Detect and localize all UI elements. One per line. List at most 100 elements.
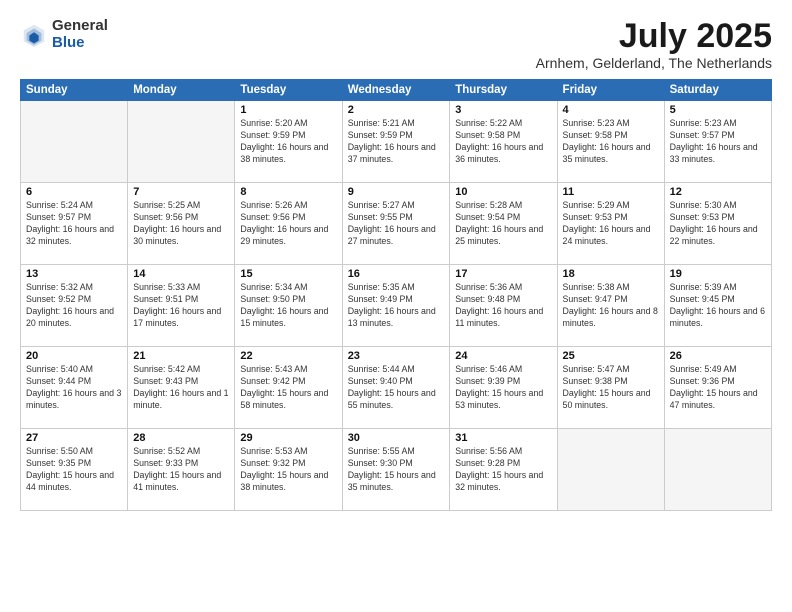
day-cell — [664, 429, 771, 511]
day-cell: 24 Sunrise: 5:46 AMSunset: 9:39 PMDayligh… — [450, 347, 557, 429]
day-cell: 17 Sunrise: 5:36 AMSunset: 9:48 PMDayligh… — [450, 265, 557, 347]
day-cell: 3 Sunrise: 5:22 AMSunset: 9:58 PMDaylight… — [450, 101, 557, 183]
day-cell: 8 Sunrise: 5:26 AMSunset: 9:56 PMDaylight… — [235, 183, 342, 265]
day-info: Sunrise: 5:40 AMSunset: 9:44 PMDaylight:… — [26, 364, 122, 412]
day-number: 11 — [563, 186, 659, 198]
day-cell: 22 Sunrise: 5:43 AMSunset: 9:42 PMDayligh… — [235, 347, 342, 429]
header: General Blue July 2025 Arnhem, Gelderlan… — [20, 18, 772, 71]
day-cell: 6 Sunrise: 5:24 AMSunset: 9:57 PMDaylight… — [21, 183, 128, 265]
day-info: Sunrise: 5:34 AMSunset: 9:50 PMDaylight:… — [240, 282, 336, 330]
day-info: Sunrise: 5:35 AMSunset: 9:49 PMDaylight:… — [348, 282, 445, 330]
day-info: Sunrise: 5:22 AMSunset: 9:58 PMDaylight:… — [455, 118, 551, 166]
day-info: Sunrise: 5:49 AMSunset: 9:36 PMDaylight:… — [670, 364, 766, 412]
day-number: 17 — [455, 268, 551, 280]
day-info: Sunrise: 5:20 AMSunset: 9:59 PMDaylight:… — [240, 118, 336, 166]
day-number: 28 — [133, 432, 229, 444]
day-info: Sunrise: 5:26 AMSunset: 9:56 PMDaylight:… — [240, 200, 336, 248]
day-info: Sunrise: 5:42 AMSunset: 9:43 PMDaylight:… — [133, 364, 229, 412]
day-info: Sunrise: 5:32 AMSunset: 9:52 PMDaylight:… — [26, 282, 122, 330]
day-cell — [128, 101, 235, 183]
day-number: 20 — [26, 350, 122, 362]
day-cell: 1 Sunrise: 5:20 AMSunset: 9:59 PMDaylight… — [235, 101, 342, 183]
logo-text: General Blue — [52, 18, 108, 51]
month-title: July 2025 — [536, 18, 772, 55]
day-info: Sunrise: 5:28 AMSunset: 9:54 PMDaylight:… — [455, 200, 551, 248]
day-info: Sunrise: 5:55 AMSunset: 9:30 PMDaylight:… — [348, 446, 445, 494]
day-number: 10 — [455, 186, 551, 198]
page: General Blue July 2025 Arnhem, Gelderlan… — [0, 0, 792, 612]
day-number: 1 — [240, 104, 336, 116]
day-info: Sunrise: 5:50 AMSunset: 9:35 PMDaylight:… — [26, 446, 122, 494]
day-number: 23 — [348, 350, 445, 362]
header-monday: Monday — [128, 80, 235, 101]
week-row-4: 27 Sunrise: 5:50 AMSunset: 9:35 PMDayligh… — [21, 429, 772, 511]
day-cell: 11Sunrise: 5:29 AMSunset: 9:53 PMDayligh… — [557, 183, 664, 265]
week-row-2: 13 Sunrise: 5:32 AMSunset: 9:52 PMDayligh… — [21, 265, 772, 347]
day-cell: 27 Sunrise: 5:50 AMSunset: 9:35 PMDayligh… — [21, 429, 128, 511]
day-cell: 16Sunrise: 5:35 AMSunset: 9:49 PMDayligh… — [342, 265, 450, 347]
day-cell: 21Sunrise: 5:42 AMSunset: 9:43 PMDayligh… — [128, 347, 235, 429]
day-cell: 30Sunrise: 5:55 AMSunset: 9:30 PMDayligh… — [342, 429, 450, 511]
days-header-row: Sunday Monday Tuesday Wednesday Thursday… — [21, 80, 772, 101]
week-row-3: 20 Sunrise: 5:40 AMSunset: 9:44 PMDayligh… — [21, 347, 772, 429]
logo: General Blue — [20, 18, 108, 51]
header-sunday: Sunday — [21, 80, 128, 101]
day-info: Sunrise: 5:43 AMSunset: 9:42 PMDaylight:… — [240, 364, 336, 412]
day-number: 6 — [26, 186, 122, 198]
day-number: 27 — [26, 432, 122, 444]
day-info: Sunrise: 5:38 AMSunset: 9:47 PMDaylight:… — [563, 282, 659, 330]
day-cell: 7Sunrise: 5:25 AMSunset: 9:56 PMDaylight… — [128, 183, 235, 265]
day-number: 18 — [563, 268, 659, 280]
day-info: Sunrise: 5:24 AMSunset: 9:57 PMDaylight:… — [26, 200, 122, 248]
logo-blue: Blue — [52, 35, 108, 52]
day-number: 29 — [240, 432, 336, 444]
day-info: Sunrise: 5:23 AMSunset: 9:58 PMDaylight:… — [563, 118, 659, 166]
day-info: Sunrise: 5:33 AMSunset: 9:51 PMDaylight:… — [133, 282, 229, 330]
day-info: Sunrise: 5:47 AMSunset: 9:38 PMDaylight:… — [563, 364, 659, 412]
day-info: Sunrise: 5:21 AMSunset: 9:59 PMDaylight:… — [348, 118, 445, 166]
day-cell: 12Sunrise: 5:30 AMSunset: 9:53 PMDayligh… — [664, 183, 771, 265]
day-cell: 26 Sunrise: 5:49 AMSunset: 9:36 PMDayligh… — [664, 347, 771, 429]
day-cell: 29 Sunrise: 5:53 AMSunset: 9:32 PMDayligh… — [235, 429, 342, 511]
day-number: 26 — [670, 350, 766, 362]
header-friday: Friday — [557, 80, 664, 101]
day-cell: 14 Sunrise: 5:33 AMSunset: 9:51 PMDayligh… — [128, 265, 235, 347]
day-info: Sunrise: 5:46 AMSunset: 9:39 PMDaylight:… — [455, 364, 551, 412]
day-cell — [557, 429, 664, 511]
day-number: 3 — [455, 104, 551, 116]
day-info: Sunrise: 5:25 AMSunset: 9:56 PMDaylight:… — [133, 200, 229, 248]
day-number: 13 — [26, 268, 122, 280]
day-info: Sunrise: 5:36 AMSunset: 9:48 PMDaylight:… — [455, 282, 551, 330]
day-number: 22 — [240, 350, 336, 362]
logo-general: General — [52, 18, 108, 35]
day-cell: 9Sunrise: 5:27 AMSunset: 9:55 PMDaylight… — [342, 183, 450, 265]
day-info: Sunrise: 5:39 AMSunset: 9:45 PMDaylight:… — [670, 282, 766, 330]
day-info: Sunrise: 5:56 AMSunset: 9:28 PMDaylight:… — [455, 446, 551, 494]
day-cell: 13 Sunrise: 5:32 AMSunset: 9:52 PMDayligh… — [21, 265, 128, 347]
day-number: 5 — [670, 104, 766, 116]
day-number: 2 — [348, 104, 445, 116]
header-tuesday: Tuesday — [235, 80, 342, 101]
header-saturday: Saturday — [664, 80, 771, 101]
day-info: Sunrise: 5:27 AMSunset: 9:55 PMDaylight:… — [348, 200, 445, 248]
day-cell — [21, 101, 128, 183]
day-info: Sunrise: 5:53 AMSunset: 9:32 PMDaylight:… — [240, 446, 336, 494]
day-number: 24 — [455, 350, 551, 362]
day-cell: 4 Sunrise: 5:23 AMSunset: 9:58 PMDaylight… — [557, 101, 664, 183]
day-cell: 19 Sunrise: 5:39 AMSunset: 9:45 PMDayligh… — [664, 265, 771, 347]
day-number: 15 — [240, 268, 336, 280]
day-number: 19 — [670, 268, 766, 280]
day-number: 4 — [563, 104, 659, 116]
day-cell: 18 Sunrise: 5:38 AMSunset: 9:47 PMDayligh… — [557, 265, 664, 347]
day-info: Sunrise: 5:44 AMSunset: 9:40 PMDaylight:… — [348, 364, 445, 412]
day-number: 14 — [133, 268, 229, 280]
day-number: 8 — [240, 186, 336, 198]
day-number: 25 — [563, 350, 659, 362]
day-number: 12 — [670, 186, 766, 198]
day-cell: 23 Sunrise: 5:44 AMSunset: 9:40 PMDayligh… — [342, 347, 450, 429]
day-cell: 15 Sunrise: 5:34 AMSunset: 9:50 PMDayligh… — [235, 265, 342, 347]
day-cell: 25 Sunrise: 5:47 AMSunset: 9:38 PMDayligh… — [557, 347, 664, 429]
title-block: July 2025 Arnhem, Gelderland, The Nether… — [536, 18, 772, 71]
calendar: Sunday Monday Tuesday Wednesday Thursday… — [20, 79, 772, 511]
week-row-0: 1 Sunrise: 5:20 AMSunset: 9:59 PMDaylight… — [21, 101, 772, 183]
